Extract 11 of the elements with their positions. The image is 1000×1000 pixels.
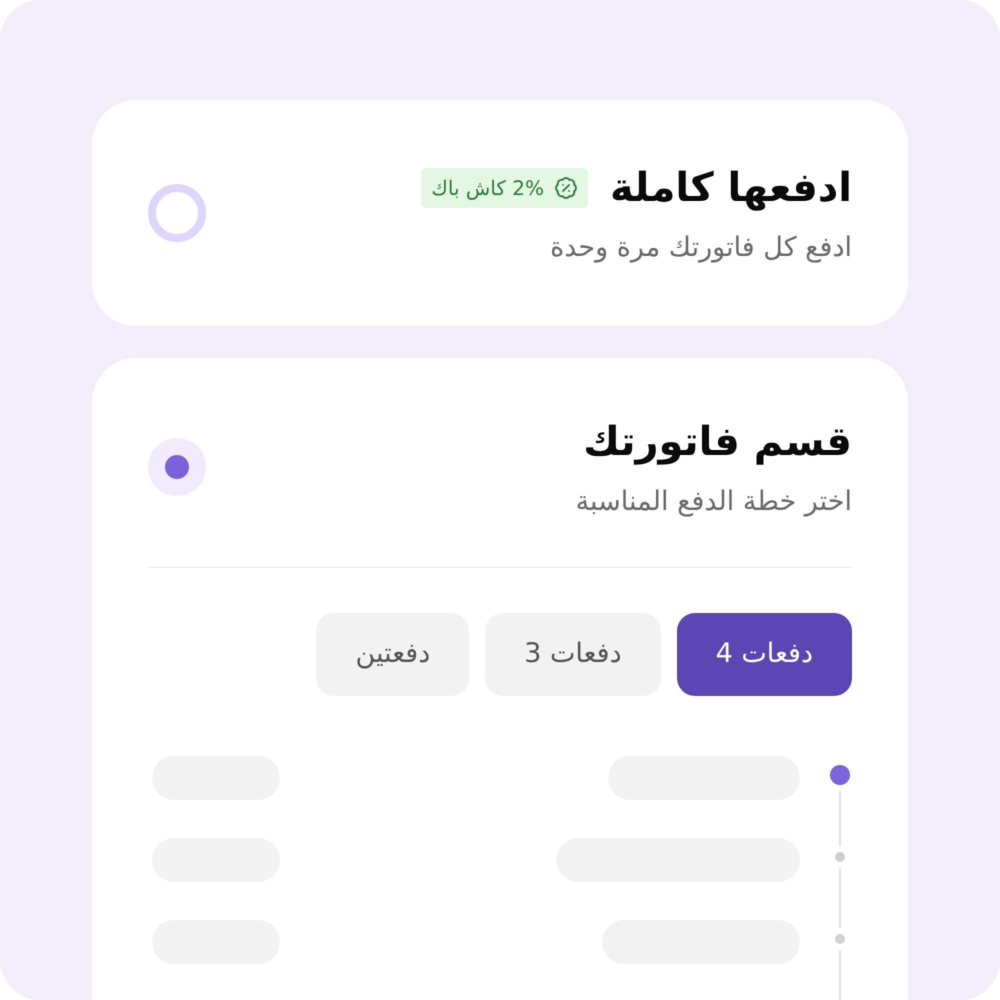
plan-tab[interactable]: 4 دفعات: [676, 613, 852, 696]
option-card[interactable]: ادفعها كاملة 2% كاش باك ادفع كل فاتورتك مرة وحدة: [92, 100, 908, 326]
plan-tab[interactable]: 3 دفعات: [485, 613, 661, 696]
option-subtitle: اختر خطة الدفع المناسبة: [576, 485, 852, 519]
cashback-label: 2% كاش باك: [431, 175, 544, 201]
percent-badge-icon: [554, 176, 578, 200]
option-card[interactable]: قسم فاتورتك اختر خطة الدفع المناسبة 4 دفعات 3 دفعات دفعتين: [92, 358, 908, 1000]
option-title: قسم فاتورتك: [583, 418, 852, 467]
option-title: ادفعها كاملة: [610, 164, 852, 213]
plan-tab[interactable]: دفعتين: [316, 613, 470, 696]
option-subtitle: ادفع كل فاتورتك مرة وحدة: [549, 231, 852, 265]
